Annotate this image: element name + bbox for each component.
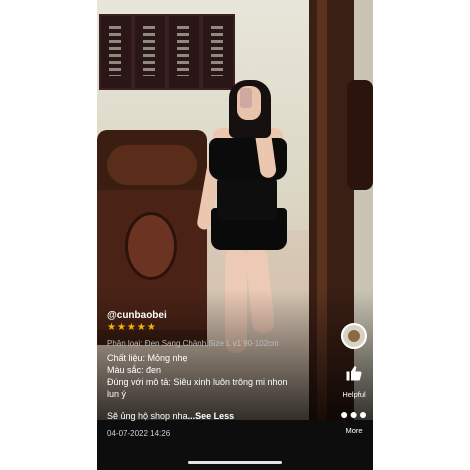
helpful-button[interactable]: Helpful bbox=[340, 364, 368, 399]
phone-in-hand bbox=[240, 88, 252, 108]
review-comment: Sẽ ủng hộ shop nha bbox=[107, 411, 188, 421]
wall-panel bbox=[201, 14, 235, 90]
thumbs-up-icon bbox=[340, 364, 368, 386]
black-off-shoulder-top bbox=[209, 138, 287, 180]
review-material: Chất liệu: Mỏng nhẹ bbox=[107, 353, 188, 363]
mirror-carving bbox=[347, 80, 373, 190]
wall-panel bbox=[99, 14, 133, 90]
review-date: 04-07-2022 14:26 bbox=[107, 429, 171, 438]
rating-stars: ★★★★★ bbox=[107, 322, 157, 333]
black-top-waist bbox=[217, 178, 277, 220]
helpful-label: Helpful bbox=[342, 390, 366, 399]
home-indicator bbox=[188, 461, 282, 464]
review-match-line2: lun ý bbox=[107, 389, 127, 399]
wall-panel bbox=[167, 14, 201, 90]
reviewer-username[interactable]: @cunbaobei bbox=[107, 310, 167, 321]
review-comment-row: Sẽ ủng hộ shop nha...See Less bbox=[107, 411, 317, 422]
see-less-link[interactable]: ...See Less bbox=[188, 411, 235, 421]
wall-panel bbox=[133, 14, 167, 90]
review-match-line1: Đúng với mô tả: Siêu xinh luôn trông mi … bbox=[107, 377, 288, 387]
more-button[interactable]: ●●● More bbox=[340, 406, 369, 435]
more-dots-icon: ●●● bbox=[340, 406, 369, 422]
review-color: Màu sắc: đen bbox=[107, 365, 162, 375]
review-media-viewer: @cunbaobei ★★★★★ Phân loại: Đen Sang Chả… bbox=[97, 0, 373, 470]
shop-avatar[interactable] bbox=[341, 323, 367, 349]
more-label: More bbox=[345, 426, 363, 435]
product-variant: Phân loại: Đen Sang Chảnh,Size L v1 90-1… bbox=[107, 339, 279, 348]
